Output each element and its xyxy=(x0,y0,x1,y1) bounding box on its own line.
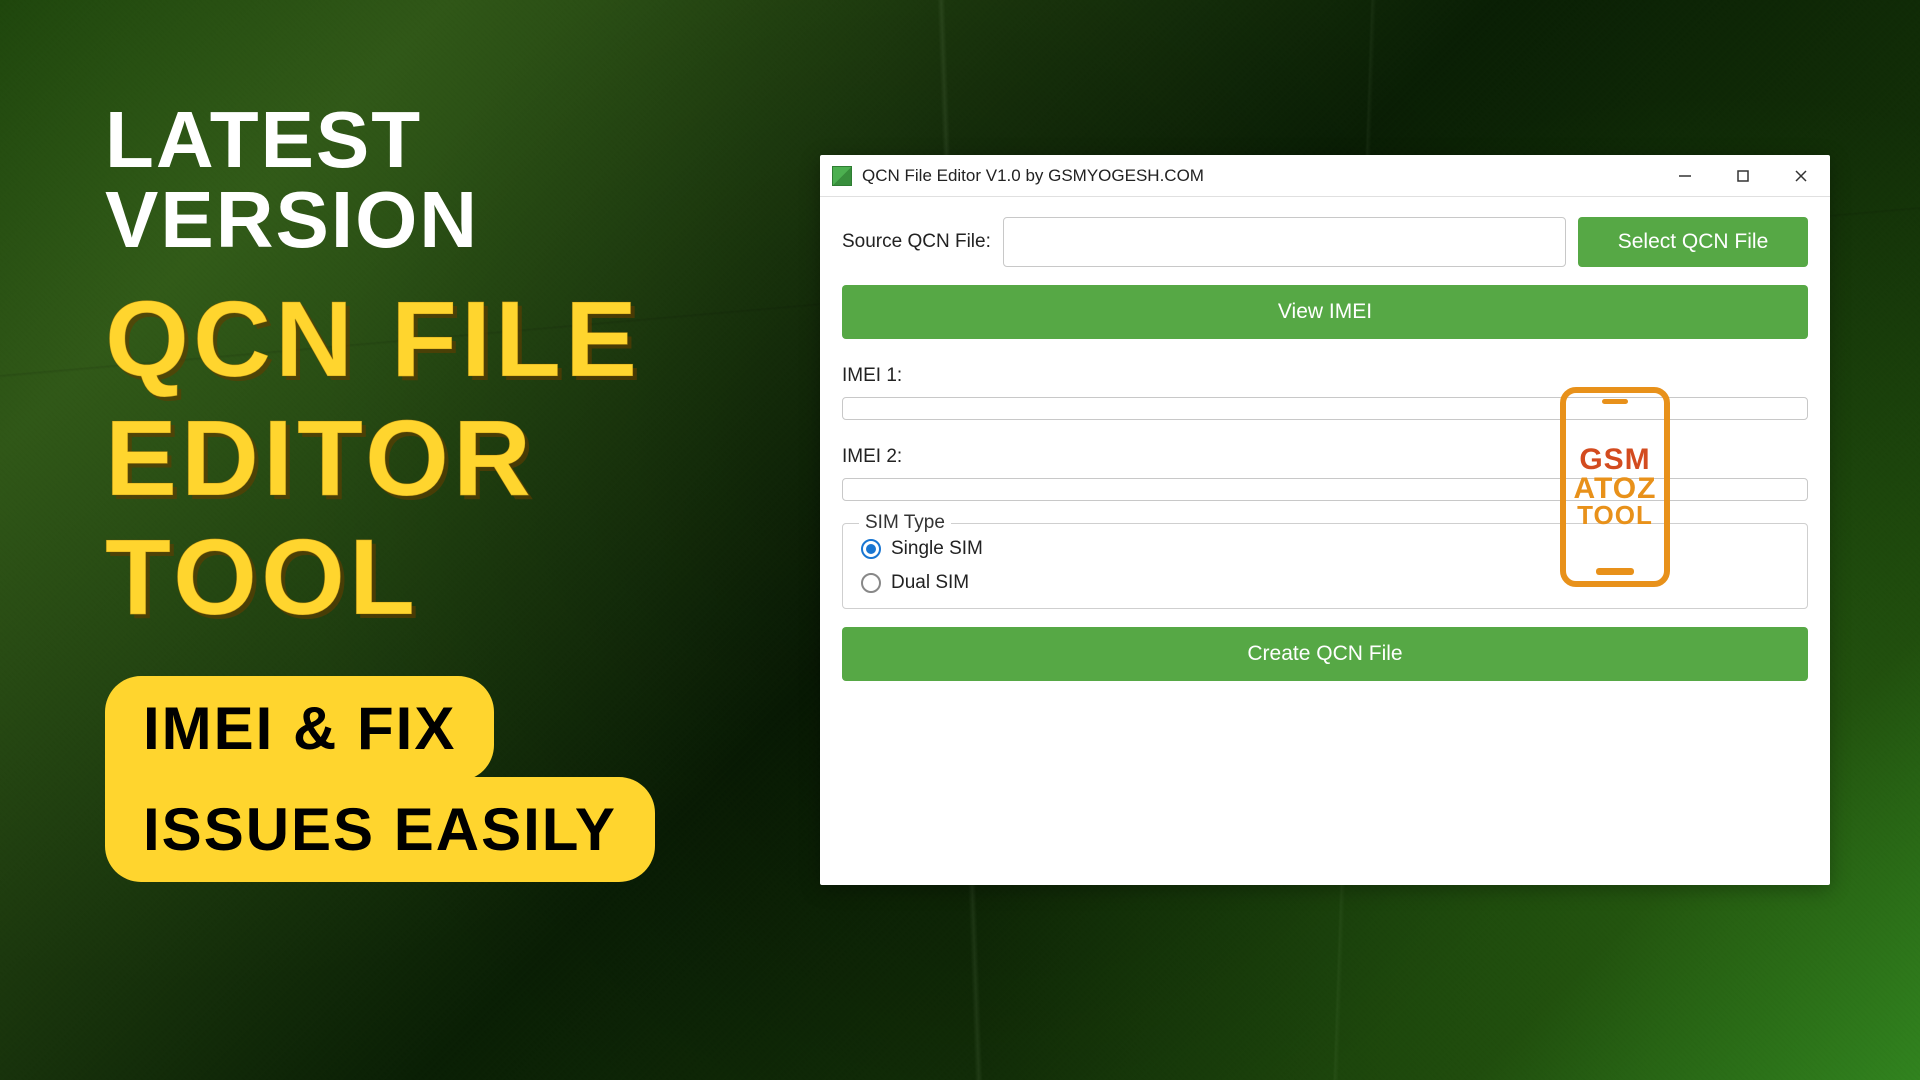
radio-icon xyxy=(861,573,881,593)
radio-dual-sim[interactable]: Dual SIM xyxy=(861,572,1789,594)
imei2-label: IMEI 2: xyxy=(842,446,1808,468)
app-icon xyxy=(832,166,852,186)
app-window: QCN File Editor V1.0 by GSMYOGESH.COM So… xyxy=(820,155,1830,885)
radio-single-sim[interactable]: Single SIM xyxy=(861,538,1789,560)
promo-panel: LATEST VERSION QCN FILE EDITOR TOOL IMEI… xyxy=(105,100,745,882)
imei1-label: IMEI 1: xyxy=(842,365,1808,387)
imei2-input[interactable] xyxy=(842,478,1808,501)
close-button[interactable] xyxy=(1772,155,1830,196)
source-file-label: Source QCN File: xyxy=(842,231,991,253)
imei1-input[interactable] xyxy=(842,397,1808,420)
create-qcn-button[interactable]: Create QCN File xyxy=(842,627,1808,681)
maximize-button[interactable] xyxy=(1714,155,1772,196)
promo-headline-top: LATEST VERSION xyxy=(105,100,745,260)
sim-type-group: SIM Type Single SIM Dual SIM xyxy=(842,523,1808,609)
promo-badge: IMEI & FIX ISSUES EASILY xyxy=(105,676,745,882)
view-imei-button[interactable]: View IMEI xyxy=(842,285,1808,339)
radio-icon xyxy=(861,539,881,559)
titlebar[interactable]: QCN File Editor V1.0 by GSMYOGESH.COM xyxy=(820,155,1830,197)
source-file-input[interactable] xyxy=(1003,217,1566,267)
minimize-button[interactable] xyxy=(1656,155,1714,196)
window-title: QCN File Editor V1.0 by GSMYOGESH.COM xyxy=(862,166,1656,186)
promo-headline-main: QCN FILE EDITOR TOOL xyxy=(105,280,745,636)
select-qcn-button[interactable]: Select QCN File xyxy=(1578,217,1808,267)
sim-type-legend: SIM Type xyxy=(859,512,951,534)
